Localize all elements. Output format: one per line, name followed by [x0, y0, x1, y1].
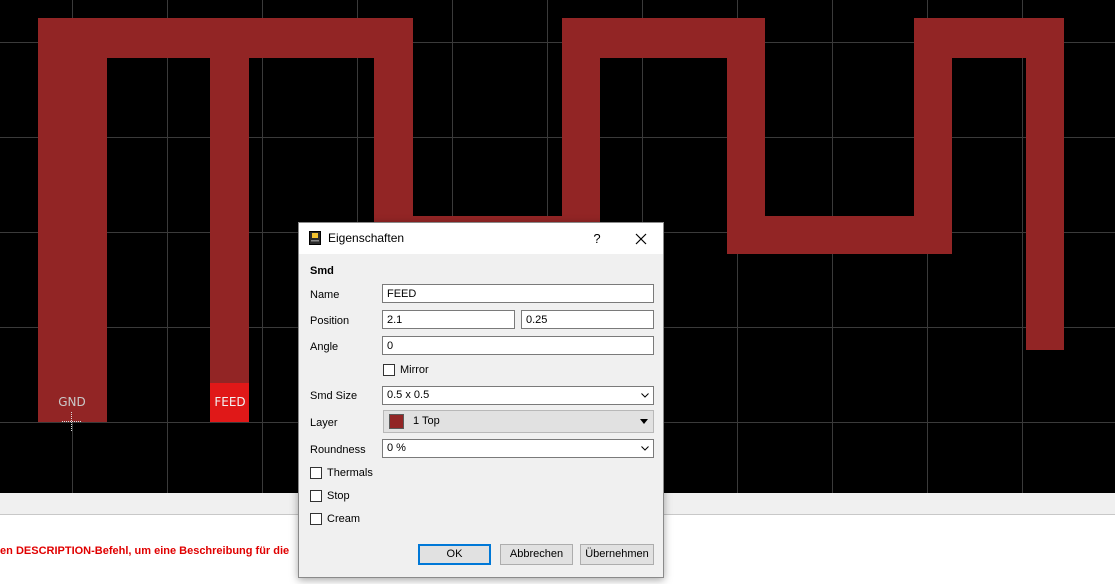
help-button[interactable]: ? [586, 229, 608, 249]
angle-input[interactable] [382, 336, 654, 355]
cream-checkbox[interactable] [310, 513, 322, 525]
trace[interactable] [38, 18, 107, 422]
cream-label: Cream [327, 513, 361, 525]
gnd-pad-label: GND [58, 395, 86, 409]
dialog-title: Eigenschaften [328, 231, 405, 245]
close-icon [635, 233, 647, 245]
roundness-combo[interactable]: 0 % [382, 439, 654, 458]
crosshair-cursor-icon [62, 412, 82, 432]
section-heading: Smd [310, 265, 334, 277]
position-x-input[interactable] [382, 310, 515, 329]
stop-label: Stop [327, 490, 350, 502]
smd-size-combo[interactable]: 0.5 x 0.5 [382, 386, 654, 405]
app-icon [309, 231, 321, 245]
mirror-checkbox[interactable] [383, 364, 395, 376]
dropdown-arrow-icon [640, 419, 648, 424]
cancel-button[interactable]: Abbrechen [500, 544, 573, 565]
layer-label: Layer [310, 417, 338, 429]
status-message: len DESCRIPTION-Befehl, um eine Beschrei… [0, 545, 290, 557]
properties-dialog: Eigenschaften ? Smd Name Position Angle … [298, 222, 664, 578]
ok-button[interactable]: OK [418, 544, 491, 565]
trace[interactable] [1026, 18, 1064, 350]
apply-button[interactable]: Übernehmen [580, 544, 654, 565]
layer-color-swatch [389, 414, 404, 429]
trace[interactable] [210, 18, 249, 384]
position-label: Position [310, 315, 350, 327]
layer-value: 1 Top [413, 415, 440, 427]
dialog-titlebar[interactable]: Eigenschaften ? [299, 223, 663, 254]
layer-combo[interactable]: 1 Top [383, 410, 654, 433]
stop-checkbox[interactable] [310, 490, 322, 502]
trace[interactable] [374, 18, 413, 238]
close-button[interactable] [628, 228, 654, 250]
name-label: Name [310, 289, 340, 301]
position-y-input[interactable] [521, 310, 654, 329]
smd-size-value: 0.5 x 0.5 [387, 389, 430, 401]
smd-size-label: Smd Size [310, 390, 358, 402]
roundness-value: 0 % [387, 442, 406, 454]
mirror-label: Mirror [400, 364, 429, 376]
chevron-down-icon [641, 393, 649, 398]
name-input[interactable] [382, 284, 654, 303]
chevron-down-icon [641, 446, 649, 451]
thermals-label: Thermals [327, 467, 373, 479]
roundness-label: Roundness [310, 444, 366, 456]
thermals-checkbox[interactable] [310, 467, 322, 479]
feed-pad-label: FEED [214, 395, 246, 409]
angle-label: Angle [310, 341, 339, 353]
